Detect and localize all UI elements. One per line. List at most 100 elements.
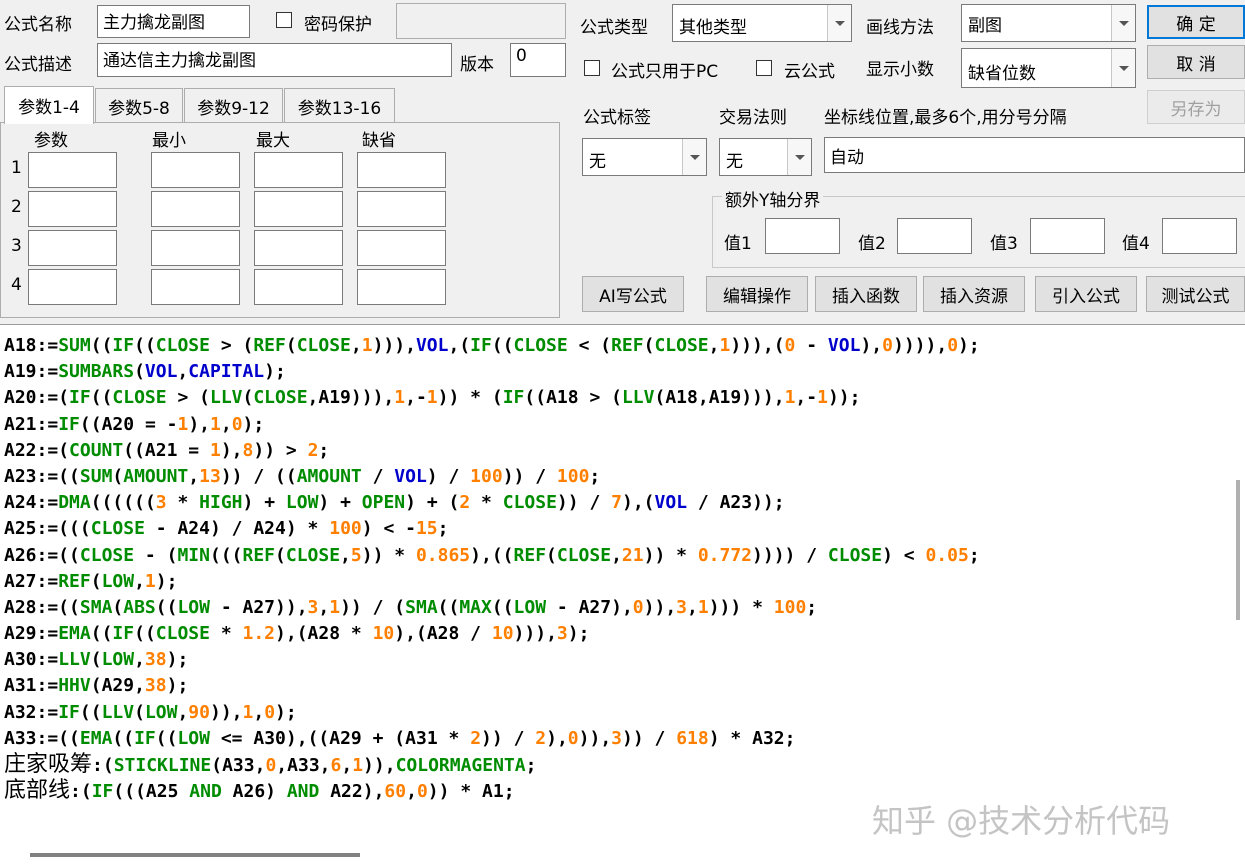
- y-axis-group-label: 额外Y轴分界: [722, 186, 824, 211]
- param-cell[interactable]: [254, 191, 343, 227]
- ai-formula-button[interactable]: AI写公式: [582, 276, 684, 312]
- trade-rule-value: 无: [726, 152, 743, 172]
- edit-operation-button[interactable]: 编辑操作: [706, 276, 808, 312]
- tab-params-5-8[interactable]: 参数5-8: [95, 88, 183, 123]
- formula-name-input[interactable]: 主力擒龙副图: [97, 5, 250, 38]
- y-value-2-input[interactable]: [897, 218, 972, 254]
- y-value-1-input[interactable]: [765, 218, 840, 254]
- pc-only-checkbox[interactable]: [584, 60, 600, 76]
- param-cell[interactable]: [254, 269, 343, 305]
- cancel-button[interactable]: 取 消: [1147, 45, 1245, 79]
- password-label: 密码保护: [304, 15, 372, 35]
- draw-method-label: 画线方法: [866, 18, 934, 38]
- import-formula-button[interactable]: 引入公式: [1035, 276, 1137, 312]
- chevron-down-icon[interactable]: [1111, 5, 1135, 41]
- code-editor[interactable]: A18:=SUM((IF((CLOSE > (REF(CLOSE,1))),VO…: [0, 324, 1245, 867]
- param-cell[interactable]: [151, 152, 240, 188]
- param-cell[interactable]: [357, 191, 446, 227]
- ok-button[interactable]: 确 定: [1147, 5, 1245, 39]
- draw-method-select[interactable]: 副图: [961, 4, 1136, 42]
- draw-method-value: 副图: [968, 16, 1002, 36]
- formula-desc-input[interactable]: 通达信主力擒龙副图: [97, 43, 452, 77]
- formula-tag-value: 无: [589, 152, 606, 172]
- param-cell[interactable]: [151, 230, 240, 266]
- param-row-label: 3: [11, 236, 22, 256]
- test-formula-button[interactable]: 测试公式: [1146, 276, 1245, 312]
- chevron-down-icon[interactable]: [827, 5, 851, 41]
- formula-tag-label: 公式标签: [583, 108, 651, 128]
- chevron-down-icon[interactable]: [1111, 49, 1135, 87]
- param-header-min: 最小: [152, 131, 186, 151]
- tab-params-13-16[interactable]: 参数13-16: [284, 88, 395, 123]
- param-cell[interactable]: [28, 269, 117, 305]
- version-input[interactable]: 0: [510, 43, 566, 77]
- code-line[interactable]: A23:=((SUM(AMOUNT,13)) / ((AMOUNT / VOL)…: [4, 464, 980, 490]
- tab-params-1-4[interactable]: 参数1-4: [4, 86, 94, 124]
- password-checkbox[interactable]: [276, 12, 292, 28]
- code-line[interactable]: A31:=HHV(A29,38);: [4, 673, 980, 699]
- param-cell[interactable]: [28, 152, 117, 188]
- pc-only-label: 公式只用于PC: [611, 62, 719, 82]
- y-value-4-input[interactable]: [1162, 218, 1237, 254]
- formula-tag-select[interactable]: 无: [582, 138, 707, 176]
- save-as-button[interactable]: 另存为: [1147, 90, 1245, 124]
- y-value-3-label: 值3: [990, 234, 1018, 254]
- param-row-label: 1: [11, 158, 22, 178]
- code-line[interactable]: 底部线:(IF(((A25 AND A26) AND A22),60,0)) *…: [4, 778, 980, 804]
- param-header-default: 缺省: [362, 131, 396, 151]
- decimals-value: 缺省位数: [968, 64, 1036, 84]
- cloud-checkbox[interactable]: [756, 60, 772, 76]
- code-line[interactable]: A26:=((CLOSE - (MIN(((REF(CLOSE,5)) * 0.…: [4, 543, 980, 569]
- code-line[interactable]: A22:=(COUNT((A21 = 1),8)) > 2;: [4, 438, 980, 464]
- formula-name-label: 公式名称: [4, 15, 72, 35]
- cloud-label: 云公式: [784, 62, 835, 82]
- param-cell[interactable]: [357, 152, 446, 188]
- code-line[interactable]: A21:=IF((A20 = -1),1,0);: [4, 412, 980, 438]
- param-header-max: 最大: [256, 131, 290, 151]
- param-cell[interactable]: [28, 191, 117, 227]
- code-line[interactable]: A18:=SUM((IF((CLOSE > (REF(CLOSE,1))),VO…: [4, 333, 980, 359]
- code-line[interactable]: A27:=REF(LOW,1);: [4, 569, 980, 595]
- param-cell[interactable]: [151, 269, 240, 305]
- horizontal-scrollbar[interactable]: [30, 853, 360, 857]
- code-line[interactable]: A20:=(IF((CLOSE > (LLV(CLOSE,A19))),1,-1…: [4, 385, 980, 411]
- code-line[interactable]: A19:=SUMBARS(VOL,CAPITAL);: [4, 359, 980, 385]
- code-line[interactable]: A29:=EMA((IF((CLOSE * 1.2),(A28 * 10),(A…: [4, 621, 980, 647]
- decimals-select[interactable]: 缺省位数: [961, 48, 1136, 88]
- param-cell[interactable]: [254, 152, 343, 188]
- watermark: 知乎 @技术分析代码: [872, 802, 1171, 840]
- param-header-name: 参数: [34, 131, 68, 151]
- formula-desc-label: 公式描述: [4, 55, 72, 75]
- formula-type-select[interactable]: 其他类型: [672, 4, 852, 42]
- param-cell[interactable]: [254, 230, 343, 266]
- code-line[interactable]: A25:=(((CLOSE - A24) / A24) * 100) < -15…: [4, 516, 980, 542]
- code-line[interactable]: A33:=((EMA((IF((LOW <= A30),((A29 + (A31…: [4, 726, 980, 752]
- code-line[interactable]: A32:=IF((LLV(LOW,90)),1,0);: [4, 700, 980, 726]
- y-value-4-label: 值4: [1122, 234, 1150, 254]
- insert-function-button[interactable]: 插入函数: [815, 276, 917, 312]
- version-label: 版本: [460, 55, 494, 75]
- param-cell[interactable]: [151, 191, 240, 227]
- code-text[interactable]: A18:=SUM((IF((CLOSE > (REF(CLOSE,1))),VO…: [4, 333, 980, 804]
- formula-type-value: 其他类型: [679, 18, 747, 38]
- y-value-3-input[interactable]: [1030, 218, 1105, 254]
- trade-rule-select[interactable]: 无: [719, 138, 812, 176]
- formula-type-label: 公式类型: [580, 18, 648, 38]
- trade-rule-label: 交易法则: [719, 108, 787, 128]
- code-line[interactable]: A30:=LLV(LOW,38);: [4, 647, 980, 673]
- chevron-down-icon[interactable]: [787, 139, 811, 175]
- tab-params-9-12[interactable]: 参数9-12: [184, 88, 283, 123]
- code-line[interactable]: 庄家吸筹:(STICKLINE(A33,0,A33,6,1)),COLORMAG…: [4, 752, 980, 778]
- param-cell[interactable]: [357, 269, 446, 305]
- coord-input[interactable]: 自动: [824, 137, 1245, 173]
- password-input[interactable]: [396, 3, 566, 39]
- vertical-scrollbar[interactable]: [1236, 480, 1240, 620]
- code-line[interactable]: A28:=((SMA(ABS((LOW - A27)),3,1)) / (SMA…: [4, 595, 980, 621]
- y-value-1-label: 值1: [724, 234, 752, 254]
- code-line[interactable]: A24:=DMA((((((3 * HIGH) + LOW) + OPEN) +…: [4, 490, 980, 516]
- param-cell[interactable]: [28, 230, 117, 266]
- insert-resource-button[interactable]: 插入资源: [923, 276, 1025, 312]
- param-cell[interactable]: [357, 230, 446, 266]
- param-row-label: 2: [11, 197, 22, 217]
- chevron-down-icon[interactable]: [682, 139, 706, 175]
